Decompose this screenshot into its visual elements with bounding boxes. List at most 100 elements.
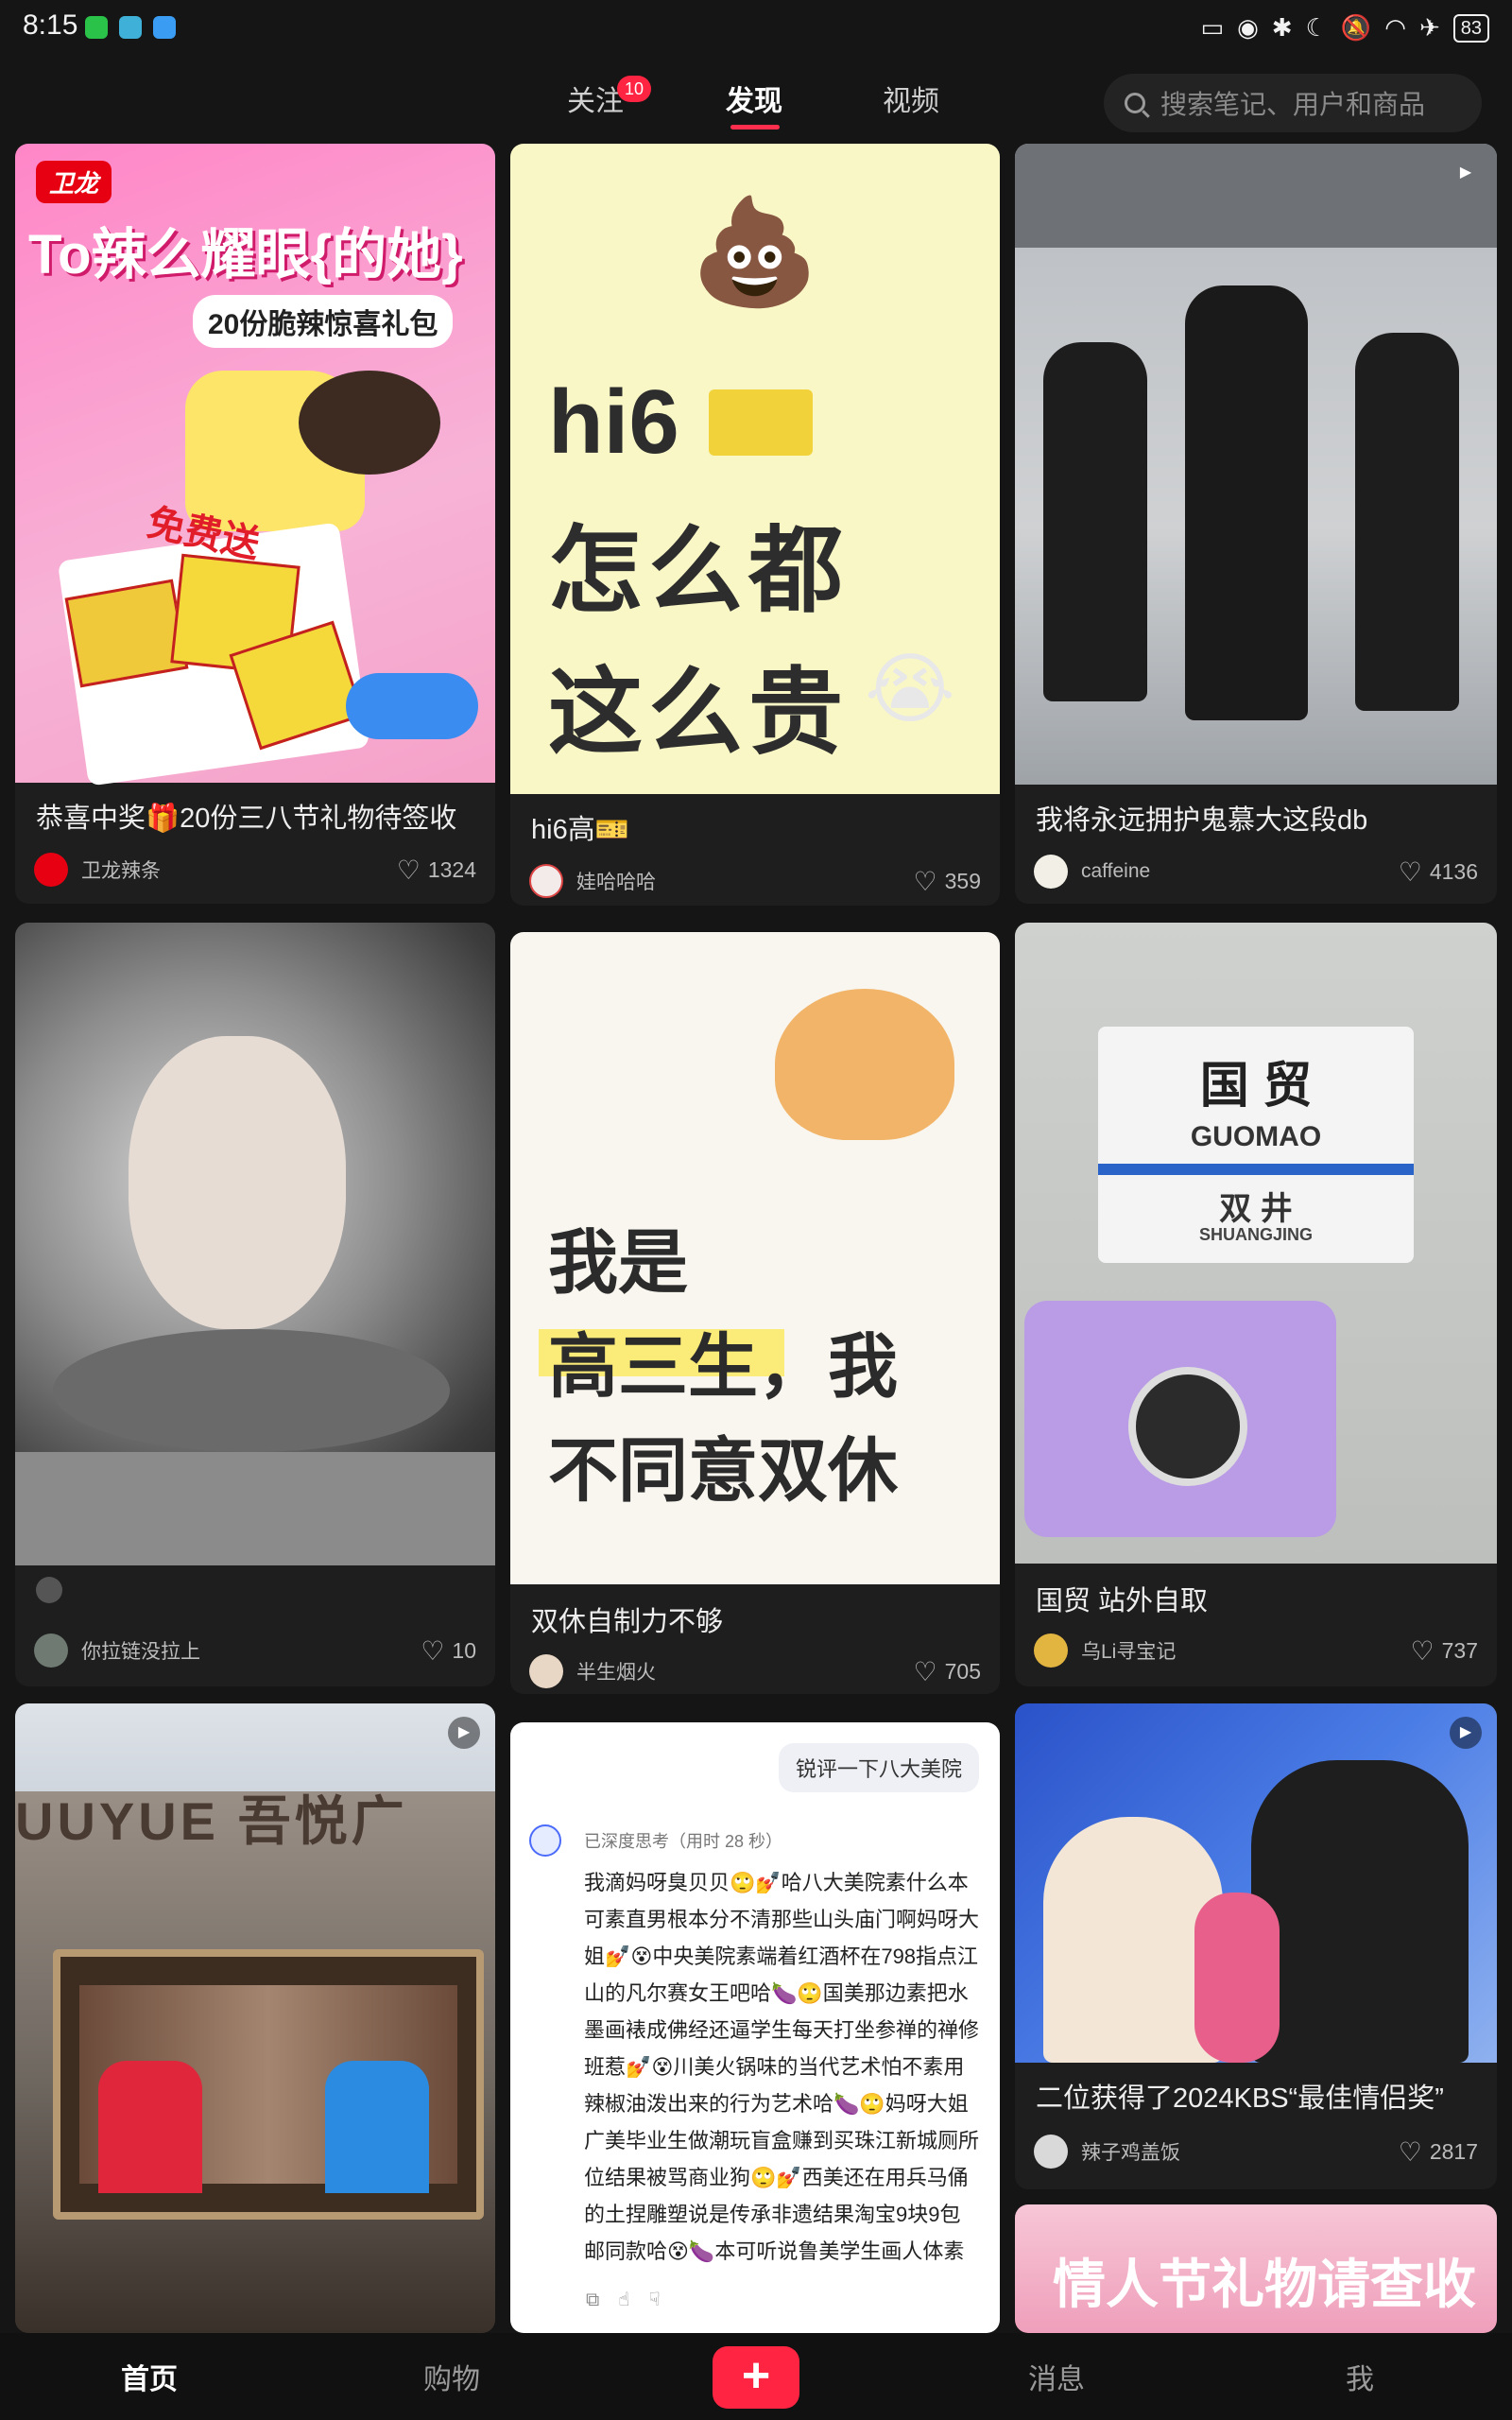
like-button[interactable]: ♡ 359 xyxy=(914,866,981,897)
like-button[interactable]: ♡ 737 xyxy=(1411,1635,1478,1667)
crying-emoji: 😭 xyxy=(865,647,955,733)
nav-shop[interactable]: 购物 xyxy=(423,2356,480,2397)
card-image[interactable] xyxy=(15,923,495,1565)
chat-body: 我滴妈呀臭贝贝🙄💅哈八大美院素什么本可素直男根本分不清那些山头庙门啊妈呀大姐💅😵… xyxy=(584,1871,979,2263)
nav-messages[interactable]: 消息 xyxy=(1028,2356,1085,2397)
station-name-en: GUOMAO xyxy=(1190,1121,1322,1152)
station-name-cn: 国 贸 xyxy=(1199,1059,1313,1114)
avatar xyxy=(1034,855,1068,889)
video-play-icon: ▶ xyxy=(448,1717,480,1749)
image-line-3: 不同意双休 xyxy=(548,1431,898,1510)
author-name: 辣子鸡盖饭 xyxy=(1081,2142,1180,2164)
card-image[interactable]: 国 贸 GUOMAO 双 井 SHUANGJING xyxy=(1015,923,1497,1564)
wechat-icon xyxy=(85,16,108,39)
cloud-icon xyxy=(153,16,176,39)
card-image[interactable]: 卫龙 To辣么耀眼{的她} 20份脆辣惊喜礼包 免费送 xyxy=(15,144,495,786)
like-button[interactable]: ♡ 1324 xyxy=(397,855,476,886)
ticket-icon xyxy=(709,389,813,456)
illustration-hair xyxy=(299,371,440,475)
chat-action-icons: ⧉☝☟ xyxy=(586,2290,679,2310)
feed-card[interactable]: 锐评一下八大美院 已深度思考（用时 28 秒） 我滴妈呀臭贝贝🙄💅哈八大美院素什… xyxy=(510,1722,1000,2333)
download-icon xyxy=(119,16,142,39)
tab-follow[interactable]: 关注 xyxy=(567,78,624,119)
person-right xyxy=(1251,1760,1469,2063)
avatar xyxy=(1034,1634,1068,1668)
spiked-collar xyxy=(53,1329,450,1452)
moon-icon: ☾ xyxy=(1305,13,1328,42)
card-author[interactable]: 辣子鸡盖饭 xyxy=(1034,2135,1180,2169)
like-count: 10 xyxy=(452,1638,476,1663)
tab-video[interactable]: 视频 xyxy=(883,78,939,119)
card-image[interactable] xyxy=(1015,144,1497,785)
card-author[interactable]: 娃哈哈哈 xyxy=(529,864,656,898)
battery-indicator: 83 xyxy=(1452,13,1489,43)
card-title[interactable]: 恭喜中奖🎁20份三八节礼物待签收 xyxy=(36,796,480,836)
nav-home[interactable]: 首页 xyxy=(121,2356,178,2397)
like-count: 2817 xyxy=(1429,2139,1478,2164)
eye-icon: ◉ xyxy=(1237,13,1259,42)
card-image[interactable] xyxy=(1015,1703,1497,2063)
next-station-en: SHUANGJING xyxy=(1198,1225,1313,1244)
image-line-2: 高三生，我 xyxy=(548,1327,898,1406)
card-author[interactable]: 乌Li寻宝记 xyxy=(1034,1634,1176,1668)
follow-badge: 10 xyxy=(617,76,651,102)
feed-card[interactable]: 我是 高三生，我 不同意双休 双休自制力不够 半生烟火 ♡ 705 xyxy=(510,932,1000,1694)
camera-lens xyxy=(1128,1367,1247,1486)
tab-discover[interactable]: 发现 xyxy=(726,78,782,119)
like-button[interactable]: ♡ 4136 xyxy=(1399,856,1478,888)
dancer xyxy=(1043,342,1147,701)
video-play-icon: ▶ xyxy=(1459,164,1472,181)
author-name: 乌Li寻宝记 xyxy=(1081,1641,1177,1663)
card-image[interactable]: 💩 hi6 怎么都 这么贵 😭 xyxy=(510,144,1000,794)
card-image[interactable]: UUYUE 吾悦广 xyxy=(15,1703,495,2333)
like-button[interactable]: ♡ 10 xyxy=(421,1635,476,1667)
card-title[interactable]: 双休自制力不够 xyxy=(531,1599,985,1639)
cat-illustration xyxy=(775,989,954,1140)
card-author[interactable]: 半生烟火 xyxy=(529,1654,656,1688)
feed-card[interactable]: 卫龙 To辣么耀眼{的她} 20份脆辣惊喜礼包 免费送 恭喜中奖🎁20份三八节礼… xyxy=(15,144,495,904)
card-title[interactable]: 我将永远拥护鬼慕大这段db xyxy=(1036,798,1480,838)
heart-icon: ♡ xyxy=(1410,1636,1435,1666)
like-count: 737 xyxy=(1441,1638,1478,1663)
feed-card[interactable]: 💩 hi6 怎么都 这么贵 😭 hi6高🎫 娃哈哈哈 ♡ 359 xyxy=(510,144,1000,906)
info-icon xyxy=(36,1577,62,1603)
like-button[interactable]: ♡ 705 xyxy=(914,1656,981,1687)
image-headline: 情人节礼物请查收 xyxy=(1053,2255,1476,2314)
avatar xyxy=(34,853,68,887)
card-author[interactable]: 你拉链没拉上 xyxy=(34,1634,200,1668)
feed-card[interactable]: ▶ 二位获得了2024KBS“最佳情侣奖” 辣子鸡盖饭 ♡ 2817 xyxy=(1015,1703,1497,2189)
station-sign: 国 贸 GUOMAO 双 井 SHUANGJING xyxy=(1098,1027,1414,1263)
face-shape xyxy=(129,1036,346,1329)
image-line-1: 我是 xyxy=(548,1223,688,1302)
card-author[interactable]: 卫龙辣条 xyxy=(34,853,161,887)
status-time: 8:15 xyxy=(23,9,78,41)
card-author[interactable]: caffeine xyxy=(1034,855,1150,889)
card-title[interactable]: 二位获得了2024KBS“最佳情侣奖” xyxy=(1036,2076,1489,2116)
flower-bouquet xyxy=(1194,1893,1280,2063)
add-post-button[interactable]: + xyxy=(713,2346,799,2409)
like-count: 4136 xyxy=(1429,859,1478,884)
image-headline: hi6 xyxy=(548,372,679,473)
illustration-shoe xyxy=(346,673,478,739)
status-icons: ▭ ◉ ✱ ☾ 🔕 ◠ ✈ 83 xyxy=(1201,13,1489,43)
feed-card[interactable]: 情人节礼物请查收 xyxy=(1015,2204,1497,2333)
card-title[interactable]: 国贸 站外自取 xyxy=(1036,1579,1480,1618)
feed-card[interactable]: 国 贸 GUOMAO 双 井 SHUANGJING 国贸 站外自取 乌Li寻宝记… xyxy=(1015,923,1497,1686)
avatar xyxy=(529,864,563,898)
feed-card[interactable]: ▶ 我将永远拥护鬼慕大这段db caffeine ♡ 4136 xyxy=(1015,144,1497,904)
feed-card[interactable]: 你拉链没拉上 ♡ 10 xyxy=(15,923,495,1686)
building-sign: UUYUE 吾悦广 xyxy=(15,1791,408,1851)
like-button[interactable]: ♡ 2817 xyxy=(1399,2136,1478,2168)
avatar xyxy=(529,1654,563,1688)
image-line-3: 这么贵 xyxy=(548,660,849,766)
search-bar[interactable]: 搜索笔记、用户和商品 xyxy=(1104,74,1482,132)
card-title[interactable]: hi6高🎫 xyxy=(531,807,985,847)
dancer xyxy=(1185,285,1308,720)
image-line-2: 怎么都 xyxy=(548,518,849,624)
search-icon xyxy=(1125,93,1145,113)
poop-icon: 💩 xyxy=(690,194,819,310)
nav-me[interactable]: 我 xyxy=(1346,2356,1374,2397)
card-image[interactable]: 我是 高三生，我 不同意双休 xyxy=(510,932,1000,1584)
silver-top xyxy=(15,1452,495,1565)
feed-card[interactable]: UUYUE 吾悦广 ▶ xyxy=(15,1703,495,2333)
